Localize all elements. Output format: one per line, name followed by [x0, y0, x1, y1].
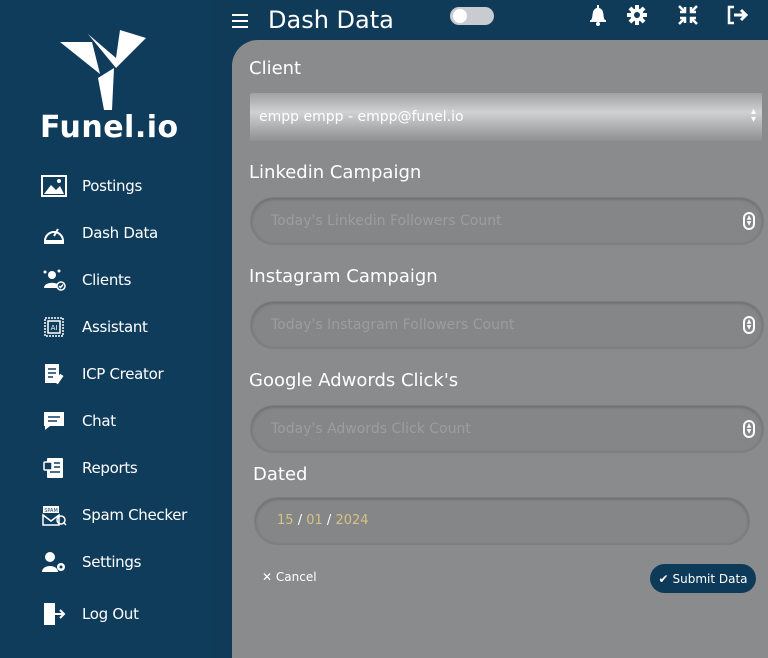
sidebar-item-label: Spam Checker — [82, 505, 188, 524]
sidebar-item-chat[interactable]: Chat — [0, 397, 212, 444]
cancel-button[interactable]: ✕ Cancel — [262, 570, 317, 584]
sidebar-item-log-out[interactable]: Log Out — [0, 590, 212, 637]
sidebar-item-reports[interactable]: Reports — [0, 444, 212, 491]
image-icon — [40, 172, 68, 200]
dashboard-icon — [40, 219, 68, 247]
linkedin-followers-input[interactable]: Today's Linkedin Followers Count ▲ ▼ — [250, 197, 764, 245]
gear-icon[interactable] — [626, 4, 648, 26]
brand-logo[interactable]: Funel.io — [40, 28, 190, 148]
spam-mail-icon: SPAM — [40, 501, 68, 529]
logout-icon — [40, 600, 68, 628]
sidebar-item-label: Settings — [82, 552, 142, 571]
adwords-label: Google Adwords Click's — [249, 370, 459, 391]
sidebar-item-dash-data[interactable]: Dash Data — [0, 209, 212, 256]
sidebar-item-label: ICP Creator — [82, 364, 164, 383]
chat-icon — [40, 407, 68, 435]
check-icon: ✔ — [658, 571, 669, 586]
submit-label: Submit Data — [672, 571, 748, 586]
dash-data-form: Client empp empp - empp@funel.io ▴ ▾ Link… — [232, 40, 768, 658]
date-separator: / — [297, 513, 303, 528]
date-separator: / — [326, 513, 332, 528]
number-spinner-icon[interactable]: ▲ ▼ — [743, 420, 755, 438]
dated-label: Dated — [253, 464, 308, 485]
sidebar: Funel.io Postings Dash Data Clients AI A… — [0, 0, 212, 658]
sidebar-item-label: Log Out — [82, 604, 139, 623]
date-year[interactable]: 2024 — [335, 513, 368, 528]
number-spinner-icon[interactable]: ▲ ▼ — [743, 212, 755, 230]
sidebar-item-label: Reports — [82, 458, 138, 477]
sidebar-item-settings[interactable]: Settings — [0, 538, 212, 585]
instagram-label: Instagram Campaign — [249, 266, 438, 287]
submit-data-button[interactable]: ✔ Submit Data — [650, 564, 756, 593]
adwords-clicks-input[interactable]: Today's Adwords Click Count ▲ ▼ — [250, 405, 764, 453]
user-settings-icon — [40, 548, 68, 576]
sidebar-item-label: Dash Data — [82, 223, 158, 242]
compress-icon[interactable] — [677, 4, 699, 26]
ai-chip-icon: AI — [40, 313, 68, 341]
sidebar-item-postings[interactable]: Postings — [0, 162, 212, 209]
sidebar-item-label: Assistant — [82, 317, 148, 336]
sign-out-icon[interactable] — [726, 4, 748, 26]
date-value: 15 / 01 / 2024 — [277, 513, 369, 528]
sidebar-item-icp-creator[interactable]: ICP Creator — [0, 350, 212, 397]
clients-icon — [40, 266, 68, 294]
hamburger-menu-icon[interactable] — [232, 14, 248, 30]
adwords-placeholder: Today's Adwords Click Count — [271, 421, 471, 437]
sidebar-nav: Postings Dash Data Clients AI Assistant … — [0, 162, 212, 637]
instagram-placeholder: Today's Instagram Followers Count — [271, 317, 515, 333]
bell-icon[interactable] — [587, 4, 609, 26]
funnel-logo-icon — [60, 30, 146, 110]
sidebar-item-label: Clients — [82, 270, 132, 289]
select-arrows-icon: ▴ ▾ — [750, 106, 756, 125]
svg-text:AI: AI — [51, 324, 58, 332]
sidebar-item-label: Postings — [82, 176, 142, 195]
linkedin-placeholder: Today's Linkedin Followers Count — [271, 213, 502, 229]
sidebar-item-assistant[interactable]: AI Assistant — [0, 303, 212, 350]
top-header: Dash Data — [212, 0, 768, 44]
sidebar-item-clients[interactable]: Clients — [0, 256, 212, 303]
client-select[interactable]: empp empp - empp@funel.io ▴ ▾ — [250, 93, 762, 141]
svg-text:SPAM: SPAM — [44, 508, 58, 514]
close-icon: ✕ — [262, 570, 273, 584]
date-day[interactable]: 15 — [277, 513, 294, 528]
sidebar-item-label: Chat — [82, 411, 116, 430]
date-input[interactable]: 15 / 01 / 2024 — [254, 497, 750, 545]
number-spinner-icon[interactable]: ▲ ▼ — [743, 316, 755, 334]
reports-icon — [40, 454, 68, 482]
linkedin-label: Linkedin Campaign — [249, 162, 422, 183]
client-selected-value: empp empp - empp@funel.io — [259, 109, 464, 125]
theme-toggle[interactable] — [450, 7, 494, 25]
sidebar-item-spam-checker[interactable]: SPAM Spam Checker — [0, 491, 212, 538]
cancel-label: Cancel — [275, 570, 317, 584]
page-title: Dash Data — [268, 6, 394, 34]
brand-name: Funel.io — [40, 110, 179, 145]
date-month[interactable]: 01 — [306, 513, 323, 528]
document-edit-icon — [40, 360, 68, 388]
instagram-followers-input[interactable]: Today's Instagram Followers Count ▲ ▼ — [250, 301, 764, 349]
client-label: Client — [249, 58, 302, 79]
